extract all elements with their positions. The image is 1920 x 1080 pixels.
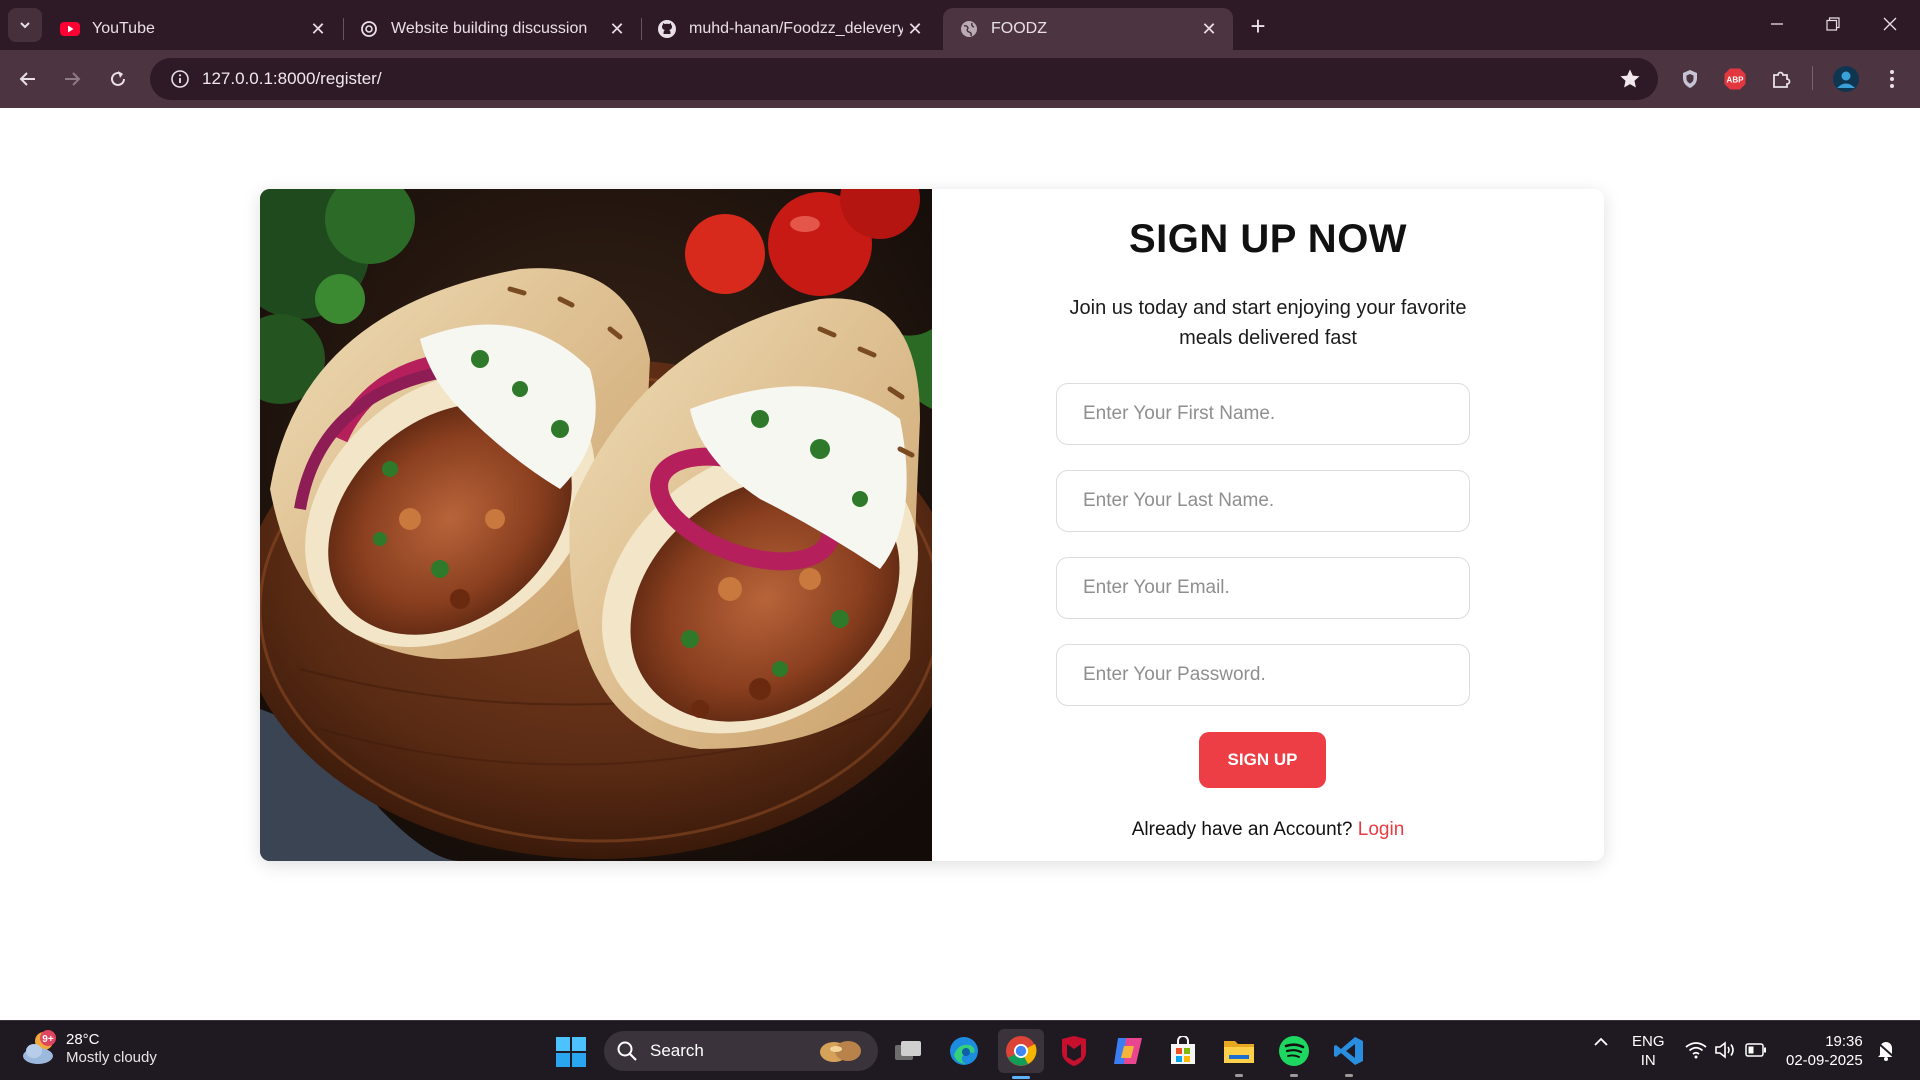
- notification-bell-icon[interactable]: [1876, 1039, 1896, 1066]
- forward-button[interactable]: [54, 61, 90, 97]
- login-prompt: Already have an Account? Login: [932, 819, 1604, 841]
- bookmark-star-icon[interactable]: [1618, 67, 1642, 96]
- url-text[interactable]: 127.0.0.1:8000/register/: [202, 69, 382, 89]
- running-indicator: [1290, 1074, 1298, 1077]
- close-tab-icon[interactable]: ✕: [1197, 17, 1221, 41]
- arrow-right-icon: [65, 72, 81, 86]
- minimize-button[interactable]: [1757, 8, 1797, 40]
- vscode-icon[interactable]: [1329, 1031, 1369, 1077]
- tab-youtube[interactable]: YouTube ✕: [44, 8, 342, 50]
- close-icon: [1883, 17, 1897, 31]
- tab-title: muhd-hanan/Foodzz_delevery: [689, 20, 903, 37]
- running-indicator: [1235, 1074, 1243, 1077]
- clock-date: 02-09-2025: [1786, 1052, 1863, 1069]
- reload-icon: [111, 71, 125, 86]
- start-button[interactable]: [556, 1037, 586, 1072]
- back-button[interactable]: [10, 61, 46, 97]
- more-menu-icon[interactable]: [1875, 62, 1909, 96]
- first-name-field[interactable]: [1056, 383, 1470, 445]
- toolbar-divider: [1812, 66, 1813, 90]
- spotify-icon[interactable]: [1274, 1031, 1314, 1077]
- copilot-icon[interactable]: [1108, 1031, 1148, 1071]
- running-indicator: [1345, 1074, 1353, 1077]
- running-indicator: [1012, 1076, 1030, 1079]
- search-label: Search: [650, 1041, 704, 1060]
- wifi-icon[interactable]: [1685, 1041, 1707, 1064]
- new-tab-button[interactable]: +: [1242, 10, 1274, 42]
- globe-icon: [959, 19, 979, 39]
- tab-website-building[interactable]: Website building discussion ✕: [343, 8, 641, 50]
- close-tab-icon[interactable]: ✕: [903, 17, 927, 41]
- address-bar[interactable]: 127.0.0.1:8000/register/: [150, 58, 1658, 100]
- task-view-icon[interactable]: [888, 1031, 928, 1071]
- tab-title: Website building discussion: [391, 20, 588, 37]
- tab-title: FOODZ: [991, 20, 1047, 37]
- mcafee-icon[interactable]: [1054, 1031, 1094, 1071]
- minimize-icon: [1771, 23, 1783, 25]
- extensions-puzzle-icon[interactable]: [1764, 62, 1798, 96]
- chevron-down-icon: [20, 22, 30, 29]
- shawarma-illustration: [260, 189, 932, 861]
- restore-button[interactable]: [1813, 8, 1853, 40]
- adblock-plus-icon[interactable]: ABP: [1718, 62, 1752, 96]
- search-icon: [617, 1041, 637, 1061]
- close-tab-icon[interactable]: ✕: [605, 17, 629, 41]
- last-name-field[interactable]: [1056, 470, 1470, 532]
- chrome-icon[interactable]: [998, 1029, 1044, 1079]
- tab-foodz[interactable]: FOODZ ✕: [943, 8, 1233, 50]
- weather-widget[interactable]: 9+ 28°C Mostly cloudy: [20, 1029, 157, 1069]
- taskbar: 9+ 28°C Mostly cloudy Search ENG IN 19:3…: [0, 1020, 1920, 1080]
- edge-icon[interactable]: [944, 1031, 984, 1071]
- youtube-icon: [60, 19, 80, 39]
- windows-logo-icon: [556, 1037, 586, 1067]
- weather-temp: 28°C: [66, 1031, 100, 1048]
- clock[interactable]: 19:36 02-09-2025: [1786, 1032, 1863, 1070]
- file-explorer-icon[interactable]: [1219, 1031, 1259, 1077]
- password-field[interactable]: [1056, 644, 1470, 706]
- chevron-up-icon: [1594, 1037, 1608, 1046]
- language-line1: ENG: [1632, 1033, 1665, 1050]
- chatgpt-icon: [359, 19, 379, 39]
- tab-bar: YouTube ✕ Website building discussion ✕ …: [0, 0, 1920, 50]
- close-window-button[interactable]: [1870, 8, 1910, 40]
- food-image: [260, 189, 932, 861]
- tab-search-button[interactable]: [8, 8, 42, 42]
- volume-icon[interactable]: [1714, 1041, 1736, 1064]
- tab-github[interactable]: muhd-hanan/Foodzz_delevery ✕: [641, 8, 939, 50]
- email-field[interactable]: [1056, 557, 1470, 619]
- signup-button[interactable]: SIGN UP: [1199, 732, 1326, 788]
- abp-label: ABP: [1727, 76, 1745, 85]
- weather-condition: Mostly cloudy: [66, 1049, 157, 1066]
- site-info-icon[interactable]: [158, 69, 202, 89]
- partly-cloudy-icon: 9+: [20, 1029, 60, 1069]
- shield-extension-icon[interactable]: [1673, 62, 1707, 96]
- clock-time: 19:36: [1825, 1033, 1863, 1050]
- login-prompt-text: Already have an Account?: [1131, 819, 1353, 840]
- page-subtitle: Join us today and start enjoying your fa…: [1069, 297, 1467, 349]
- restore-icon: [1826, 17, 1840, 31]
- signup-card: SIGN UP NOW Join us today and start enjo…: [260, 189, 1604, 861]
- browser-toolbar: 127.0.0.1:8000/register/ ABP: [0, 50, 1920, 108]
- profile-avatar[interactable]: [1829, 62, 1863, 96]
- weather-badge: 9+: [42, 1034, 54, 1045]
- language-line2: IN: [1640, 1052, 1656, 1069]
- reload-button[interactable]: [100, 61, 136, 97]
- show-hidden-icons-button[interactable]: [1592, 1033, 1610, 1056]
- microsoft-store-icon[interactable]: [1163, 1031, 1203, 1071]
- github-icon: [657, 19, 677, 39]
- taskbar-search[interactable]: Search: [604, 1031, 878, 1071]
- tab-title: YouTube: [92, 20, 155, 37]
- battery-icon[interactable]: [1745, 1042, 1767, 1063]
- arrow-left-icon: [19, 72, 35, 86]
- search-highlight-icon: [818, 1039, 864, 1068]
- language-indicator[interactable]: ENG IN: [1632, 1032, 1665, 1070]
- signup-form: SIGN UP NOW Join us today and start enjo…: [932, 189, 1604, 861]
- login-link[interactable]: Login: [1358, 819, 1405, 840]
- page-title: SIGN UP NOW: [1128, 217, 1408, 261]
- close-tab-icon[interactable]: ✕: [306, 17, 330, 41]
